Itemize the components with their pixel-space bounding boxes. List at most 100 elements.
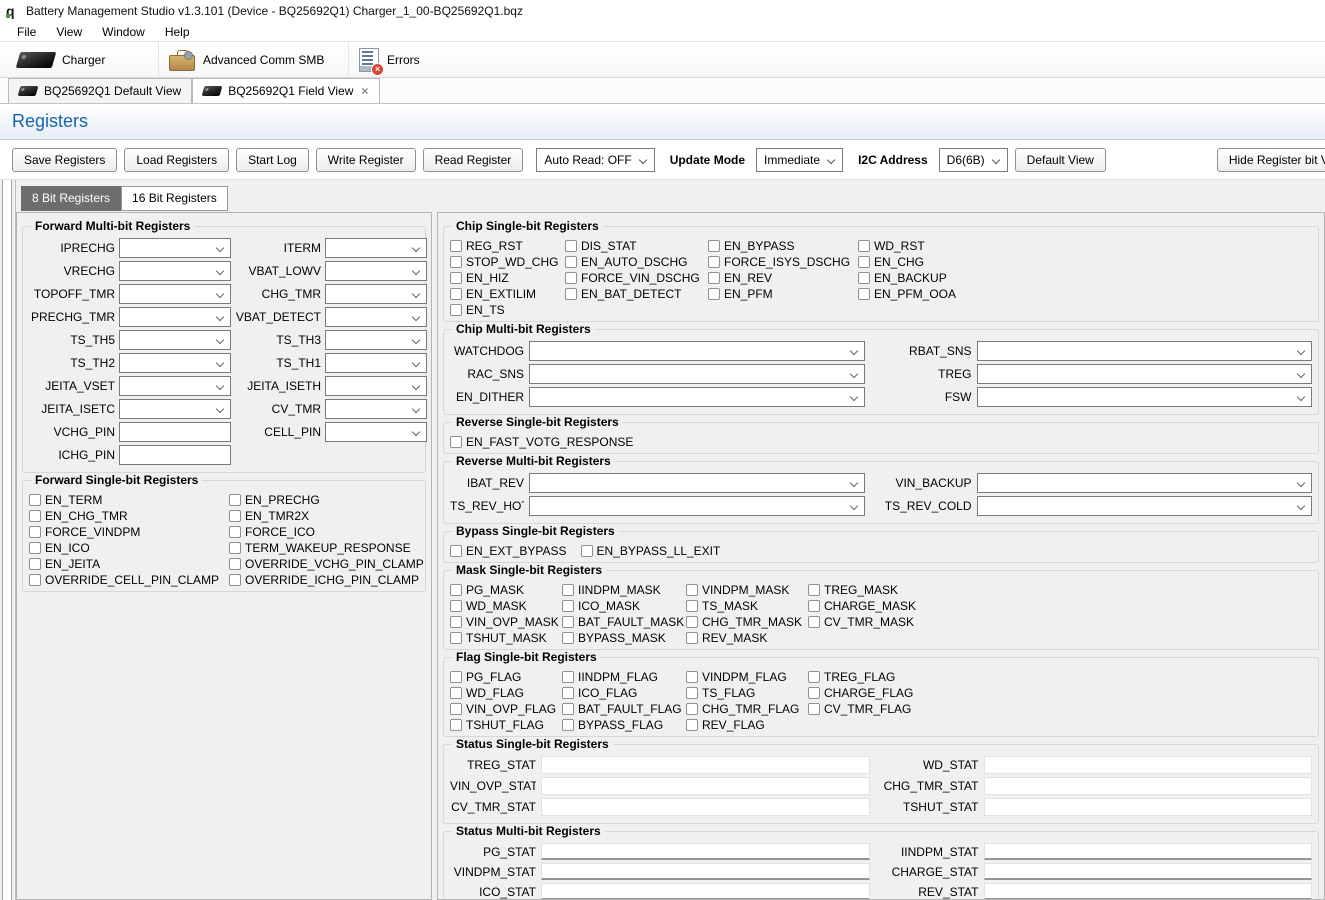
checkbox-en-bypass-ll-exit[interactable]: EN_BYPASS_LL_EXIT [581, 543, 721, 558]
checkbox-icon[interactable] [450, 288, 462, 300]
ibat-rev-select[interactable] [529, 473, 865, 493]
toolbar-errors[interactable]: × Errors [348, 42, 430, 77]
checkbox-icon[interactable] [450, 703, 462, 715]
read-register-button[interactable]: Read Register [423, 148, 524, 172]
checkbox-iindpm-mask[interactable]: IINDPM_MASK [562, 582, 686, 597]
checkbox-icon[interactable] [29, 510, 41, 522]
checkbox-icon[interactable] [858, 288, 870, 300]
checkbox-icon[interactable] [686, 632, 698, 644]
checkbox-icon[interactable] [858, 272, 870, 284]
tab-field-view[interactable]: BQ25692Q1 Field View × [192, 78, 380, 103]
checkbox-charge-flag[interactable]: CHARGE_FLAG [808, 685, 1312, 700]
checkbox-icon[interactable] [29, 558, 41, 570]
checkbox-icon[interactable] [808, 671, 820, 683]
start-log-button[interactable]: Start Log [236, 148, 309, 172]
checkbox-override-vchg-pin-clamp[interactable]: OVERRIDE_VCHG_PIN_CLAMP [229, 556, 424, 571]
tab-8bit-registers[interactable]: 8 Bit Registers [21, 186, 121, 211]
write-register-button[interactable]: Write Register [316, 148, 416, 172]
ichg-pin-field[interactable] [119, 445, 231, 465]
checkbox-en-ts[interactable]: EN_TS [450, 302, 565, 317]
watchdog-select[interactable] [529, 341, 865, 361]
checkbox-icon[interactable] [29, 526, 41, 538]
jeita-vset-select[interactable] [119, 376, 231, 396]
checkbox-ico-flag[interactable]: ICO_FLAG [562, 685, 686, 700]
toolbar-advanced-comm-smb[interactable]: Advanced Comm SMB [158, 42, 348, 77]
checkbox-icon[interactable] [29, 542, 41, 554]
menu-view[interactable]: View [47, 23, 91, 41]
ts-rev-hot-select[interactable] [529, 496, 865, 516]
checkbox-en-pfm[interactable]: EN_PFM [708, 286, 858, 301]
checkbox-en-ext-bypass[interactable]: EN_EXT_BYPASS [450, 543, 567, 558]
checkbox-icon[interactable] [686, 584, 698, 596]
checkbox-en-prechg[interactable]: EN_PRECHG [229, 492, 424, 507]
checkbox-vindpm-mask[interactable]: VINDPM_MASK [686, 582, 808, 597]
en-dither-select[interactable] [529, 387, 865, 407]
checkbox-force-vindpm[interactable]: FORCE_VINDPM [29, 524, 229, 539]
load-registers-button[interactable]: Load Registers [124, 148, 229, 172]
save-registers-button[interactable]: Save Registers [12, 148, 117, 172]
menu-window[interactable]: Window [93, 23, 154, 41]
checkbox-icon[interactable] [562, 632, 574, 644]
checkbox-icon[interactable] [229, 526, 241, 538]
checkbox-rev-flag[interactable]: REV_FLAG [686, 717, 808, 732]
checkbox-icon[interactable] [708, 240, 720, 252]
jeita-isetc-select[interactable] [119, 399, 231, 419]
checkbox-force-ico[interactable]: FORCE_ICO [229, 524, 424, 539]
checkbox-icon[interactable] [450, 600, 462, 612]
checkbox-treg-flag[interactable]: TREG_FLAG [808, 669, 1312, 684]
checkbox-en-rev[interactable]: EN_REV [708, 270, 858, 285]
checkbox-chg-tmr-mask[interactable]: CHG_TMR_MASK [686, 614, 808, 629]
checkbox-icon[interactable] [229, 574, 241, 586]
checkbox-en-term[interactable]: EN_TERM [29, 492, 229, 507]
checkbox-icon[interactable] [450, 545, 462, 557]
checkbox-en-backup[interactable]: EN_BACKUP [858, 270, 1312, 285]
checkbox-en-auto-dschg[interactable]: EN_AUTO_DSCHG [565, 254, 708, 269]
update-mode-select[interactable]: Immediate [756, 148, 843, 172]
checkbox-icon[interactable] [686, 719, 698, 731]
checkbox-icon[interactable] [708, 272, 720, 284]
checkbox-vin-ovp-mask[interactable]: VIN_OVP_MASK [450, 614, 562, 629]
checkbox-icon[interactable] [808, 703, 820, 715]
cell-pin-select[interactable] [325, 422, 427, 442]
vchg-pin-field[interactable] [119, 422, 231, 442]
checkbox-en-fast-votg-response[interactable]: EN_FAST_VOTG_RESPONSE [450, 434, 633, 449]
checkbox-icon[interactable] [229, 558, 241, 570]
checkbox-icon[interactable] [450, 671, 462, 683]
ts-th1-select[interactable] [325, 353, 427, 373]
checkbox-bat-fault-mask[interactable]: BAT_FAULT_MASK [562, 614, 686, 629]
checkbox-icon[interactable] [562, 671, 574, 683]
checkbox-force-isys-dschg[interactable]: FORCE_ISYS_DSCHG [708, 254, 858, 269]
checkbox-vin-ovp-flag[interactable]: VIN_OVP_FLAG [450, 701, 562, 716]
iprechg-select[interactable] [119, 238, 231, 258]
checkbox-icon[interactable] [450, 687, 462, 699]
checkbox-reg-rst[interactable]: REG_RST [450, 238, 565, 253]
checkbox-tshut-flag[interactable]: TSHUT_FLAG [450, 717, 562, 732]
checkbox-icon[interactable] [565, 240, 577, 252]
tab-default-view[interactable]: BQ25692Q1 Default View [8, 78, 192, 103]
checkbox-cv-tmr-mask[interactable]: CV_TMR_MASK [808, 614, 1312, 629]
ts-th5-select[interactable] [119, 330, 231, 350]
checkbox-icon[interactable] [229, 510, 241, 522]
treg-select[interactable] [977, 364, 1313, 384]
checkbox-en-chg-tmr[interactable]: EN_CHG_TMR [29, 508, 229, 523]
checkbox-bypass-flag[interactable]: BYPASS_FLAG [562, 717, 686, 732]
vbat-lowv-select[interactable] [325, 261, 427, 281]
tab-16bit-registers[interactable]: 16 Bit Registers [121, 186, 228, 211]
checkbox-en-chg[interactable]: EN_CHG [858, 254, 1312, 269]
checkbox-en-jeita[interactable]: EN_JEITA [29, 556, 229, 571]
checkbox-icon[interactable] [450, 616, 462, 628]
checkbox-tshut-mask[interactable]: TSHUT_MASK [450, 630, 562, 645]
checkbox-override-cell-pin-clamp[interactable]: OVERRIDE_CELL_PIN_CLAMP [29, 572, 229, 587]
checkbox-icon[interactable] [562, 584, 574, 596]
auto-read-select[interactable]: Auto Read: OFF [536, 148, 654, 172]
iterm-select[interactable] [325, 238, 427, 258]
checkbox-icon[interactable] [562, 687, 574, 699]
checkbox-icon[interactable] [450, 632, 462, 644]
checkbox-en-hiz[interactable]: EN_HIZ [450, 270, 565, 285]
checkbox-icon[interactable] [858, 256, 870, 268]
toolbar-charger[interactable]: Charger [8, 42, 158, 77]
chg-tmr-select[interactable] [325, 284, 427, 304]
checkbox-en-bypass[interactable]: EN_BYPASS [708, 238, 858, 253]
checkbox-vindpm-flag[interactable]: VINDPM_FLAG [686, 669, 808, 684]
checkbox-override-ichg-pin-clamp[interactable]: OVERRIDE_ICHG_PIN_CLAMP [229, 572, 424, 587]
